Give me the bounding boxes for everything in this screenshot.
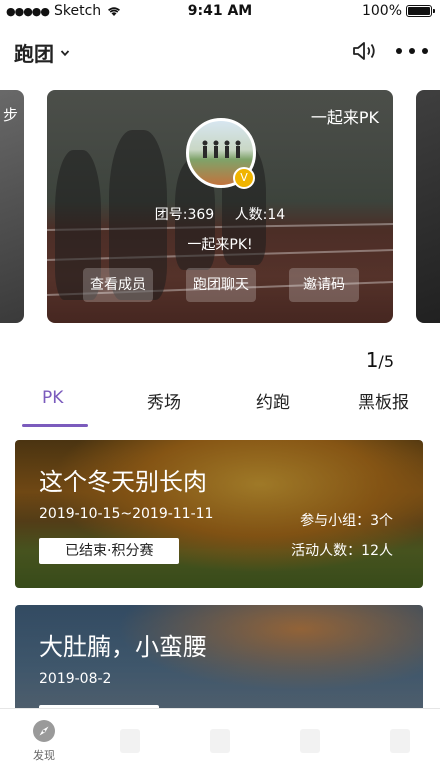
tab-showcase[interactable]: 秀场	[147, 388, 181, 413]
avatar-runners	[202, 140, 241, 158]
tab-run-together[interactable]: 约跑	[256, 388, 290, 413]
battery-percent: 100%	[361, 3, 402, 19]
battery-icon	[406, 5, 435, 17]
verified-badge-icon: V	[233, 167, 255, 189]
activity-date: 2019-08-2	[39, 671, 112, 687]
bottom-tab-bar: 发现	[0, 708, 440, 771]
activity-status-badge: 已结束·积分赛	[39, 538, 180, 564]
tab-placeholder[interactable]	[300, 729, 320, 753]
invite-code-button[interactable]: 邀请码	[289, 268, 359, 302]
member-count: 人数:14	[234, 207, 286, 223]
prev-card-text: 步	[2, 106, 18, 124]
activity-title: 这个冬天别长肉	[39, 468, 207, 496]
nav-bar: 跑团	[0, 26, 440, 76]
chevron-down-icon	[60, 49, 70, 56]
carousel-pager: 1/5	[366, 348, 394, 372]
activity-title: 大肚腩，小蛮腰	[39, 633, 207, 661]
card-label: 一起来PK	[310, 108, 379, 127]
more-icon	[396, 48, 402, 54]
tab-pk[interactable]: PK	[42, 388, 63, 408]
activity-groups: 参与小组：3个	[300, 513, 393, 529]
tab-placeholder[interactable]	[210, 729, 230, 753]
activity-card[interactable]: 大肚腩，小蛮腰 2019-08-2	[15, 605, 423, 725]
group-stats: 团号:369 人数:14	[47, 204, 393, 224]
tab-blackboard[interactable]: 黑板报	[358, 388, 409, 413]
next-card[interactable]	[416, 90, 440, 323]
tab-discover[interactable]: 发现	[22, 719, 66, 763]
view-members-button[interactable]: 查看成员	[83, 268, 153, 302]
pager-total: /5	[378, 352, 394, 371]
active-tab-indicator	[22, 424, 88, 427]
activity-card[interactable]: 这个冬天别长肉 2019-10-15~2019-11-11 参与小组：3个 活动…	[15, 440, 423, 588]
group-card: 一起来PK V 团号:369 人数:14 一起来PK! 查看成员 跑团聊天 邀请…	[47, 90, 393, 323]
tab-placeholder[interactable]	[390, 729, 410, 753]
group-number: 团号:369	[154, 207, 215, 223]
prev-card[interactable]: 步	[0, 90, 24, 323]
more-button[interactable]	[396, 41, 428, 61]
pager-current: 1	[365, 348, 379, 372]
group-slogan: 一起来PK!	[187, 237, 253, 253]
page-title: 跑团	[14, 42, 54, 66]
activity-date: 2019-10-15~2019-11-11	[39, 506, 214, 522]
category-tabs: PK 秀场 约跑 黑板报	[0, 378, 440, 430]
group-selector[interactable]: 跑团	[14, 38, 70, 67]
status-bar: ●●●●● Sketch 9:41 AM 100%	[0, 0, 440, 24]
status-right: 100%	[361, 3, 435, 19]
speaker-icon[interactable]	[352, 40, 378, 62]
group-chat-button[interactable]: 跑团聊天	[186, 268, 256, 302]
tab-discover-label: 发现	[33, 749, 55, 762]
group-carousel[interactable]: 步 一起来PK V 团号:369 人数:14 一起来PK! 查看成员 跑团聊天 …	[0, 90, 440, 325]
card-actions: 查看成员 跑团聊天 邀请码	[83, 268, 359, 302]
tab-placeholder[interactable]	[120, 729, 140, 753]
activity-members: 活动人数：12人	[291, 543, 393, 559]
compass-icon	[33, 720, 55, 742]
